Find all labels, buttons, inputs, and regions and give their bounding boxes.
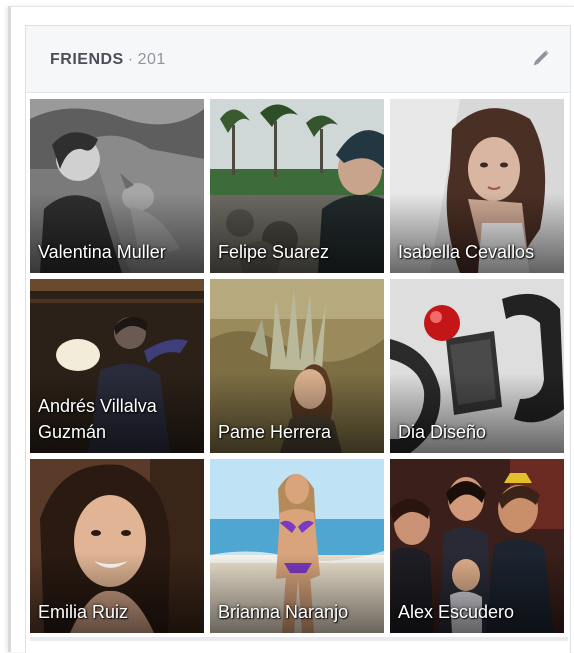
friends-card-header: FRIENDS · 201 [26, 26, 570, 93]
friend-name[interactable]: Felipe Suarez [218, 239, 378, 265]
friend-name[interactable]: Isabella Cevallos [398, 239, 558, 265]
friend-name[interactable]: Valentina Muller [38, 239, 198, 265]
friend-tile-valentina-muller[interactable]: Valentina Muller [30, 99, 204, 273]
friend-tile-isabella-cevallos[interactable]: Isabella Cevallos [390, 99, 564, 273]
friends-heading[interactable]: FRIENDS · 201 [50, 50, 166, 70]
friends-card: FRIENDS · 201 Valentina Muller Felipe Su… [25, 25, 571, 653]
friend-name[interactable]: Emilia Ruiz [38, 599, 198, 625]
friend-tile-andres-villalva-guzman[interactable]: Andrés Villalva Guzmán [30, 279, 204, 453]
edit-friends-button[interactable] [528, 47, 552, 71]
friend-tile-felipe-suarez[interactable]: Felipe Suarez [210, 99, 384, 273]
friend-name[interactable]: Dia Diseño [398, 419, 558, 445]
friend-name[interactable]: Alex Escudero [398, 599, 558, 625]
title-separator: · [127, 51, 134, 68]
friend-tile-emilia-ruiz[interactable]: Emilia Ruiz [30, 459, 204, 633]
friend-tile-dia-diseno[interactable]: Dia Diseño [390, 279, 564, 453]
friends-count: 201 [137, 51, 166, 68]
friend-name[interactable]: Andrés Villalva Guzmán [38, 393, 198, 445]
profile-column: FRIENDS · 201 Valentina Muller Felipe Su… [8, 6, 574, 653]
friend-name[interactable]: Pame Herrera [218, 419, 378, 445]
friend-tile-pame-herrera[interactable]: Pame Herrera [210, 279, 384, 453]
friends-title[interactable]: FRIENDS [50, 51, 124, 68]
friend-tile-brianna-naranjo[interactable]: Brianna Naranjo [210, 459, 384, 633]
pencil-icon [533, 50, 549, 66]
card-footer-divider [30, 637, 568, 641]
friend-tile-alex-escudero[interactable]: Alex Escudero [390, 459, 564, 633]
friend-name[interactable]: Brianna Naranjo [218, 599, 378, 625]
